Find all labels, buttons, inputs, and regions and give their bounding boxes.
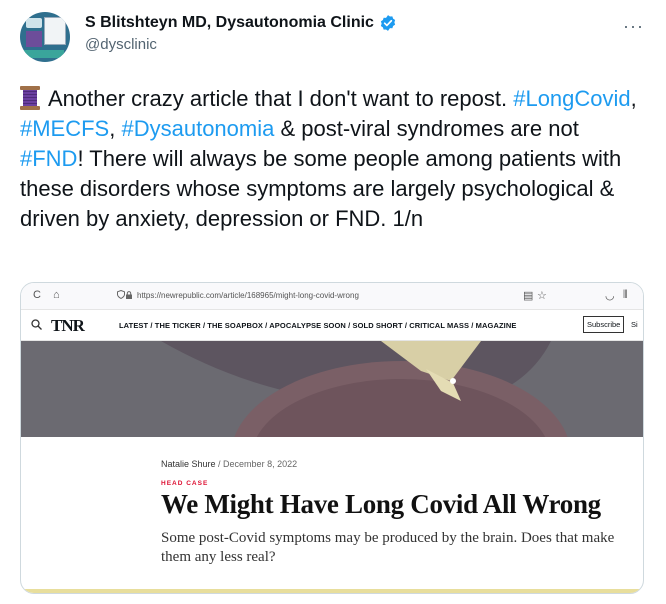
search-icon	[31, 319, 42, 333]
shield-icon	[117, 289, 125, 300]
site-nav-links: LATEST / THE TICKER / THE SOAPBOX / APOC…	[119, 321, 517, 330]
avatar-art	[24, 50, 64, 58]
avatar-art	[44, 17, 66, 45]
avatar-art	[26, 18, 42, 28]
tweet-text: Another crazy article that I don't want …	[20, 84, 645, 234]
article-kicker: HEAD CASE	[161, 480, 209, 487]
article-date: / December 8, 2022	[215, 459, 298, 469]
reload-icon: C	[33, 289, 41, 301]
tweet-text-segment: ,	[630, 86, 637, 111]
author-name[interactable]: S Blitshteyn MD, Dysautonomia Clinic	[85, 14, 374, 32]
url-bar: https://newrepublic.com/article/168965/m…	[125, 288, 545, 304]
attached-screenshot[interactable]: C ⌂ https://newrepublic.com/article/1689…	[20, 282, 644, 594]
avatar-art	[26, 31, 42, 47]
hashtag-dysautonomia[interactable]: #Dysautonomia	[121, 116, 274, 141]
hashtag-mecfs[interactable]: #MECFS	[20, 116, 109, 141]
lock-icon	[126, 291, 132, 299]
avatar[interactable]	[20, 12, 70, 62]
tnr-logo: TNR	[51, 316, 85, 335]
tweet-text-segment: Another crazy article that I don't want …	[48, 86, 514, 111]
tweet-text-segment: & post-viral syndromes are not	[274, 116, 579, 141]
article-dek: Some post-Covid symptoms may be produced…	[161, 530, 615, 565]
home-icon: ⌂	[53, 289, 60, 301]
tweet-text-segment: ,	[109, 116, 122, 141]
sign-in-link: Si	[631, 320, 638, 329]
tweet-text-segment: ! There will always be some people among…	[20, 146, 622, 231]
site-nav: TNR LATEST / THE TICKER / THE SOAPBOX / …	[21, 310, 643, 341]
reader-view-icon: ▤	[523, 290, 534, 302]
name-row: S Blitshteyn MD, Dysautonomia Clinic	[85, 14, 397, 32]
article-author: Natalie Shure	[161, 459, 216, 469]
browser-toolbar: C ⌂ https://newrepublic.com/article/1689…	[21, 283, 643, 310]
more-options-icon[interactable]: ···	[623, 16, 644, 37]
author-handle[interactable]: @dysclinic	[85, 36, 397, 53]
tweet: S Blitshteyn MD, Dysautonomia Clinic @dy…	[0, 0, 666, 604]
author-block: S Blitshteyn MD, Dysautonomia Clinic @dy…	[85, 14, 397, 53]
article-headline: We Might Have Long Covid All Wrong	[161, 489, 601, 519]
url-text: https://newrepublic.com/article/168965/m…	[137, 291, 359, 300]
subscribe-button: Subscribe	[583, 316, 625, 333]
library-icon: ⫴	[623, 289, 628, 301]
hashtag-longcovid[interactable]: #LongCovid	[513, 86, 630, 111]
verified-badge-icon	[380, 15, 396, 31]
thread-spool-icon	[20, 86, 40, 110]
divider	[21, 589, 643, 593]
hero-illustration	[21, 341, 643, 437]
pocket-icon: ◡	[605, 290, 615, 302]
byline: Natalie Shure / December 8, 2022	[161, 459, 297, 469]
hero-image	[21, 341, 643, 437]
hashtag-fnd[interactable]: #FND	[20, 146, 77, 171]
bookmark-star-icon: ☆	[537, 290, 547, 302]
